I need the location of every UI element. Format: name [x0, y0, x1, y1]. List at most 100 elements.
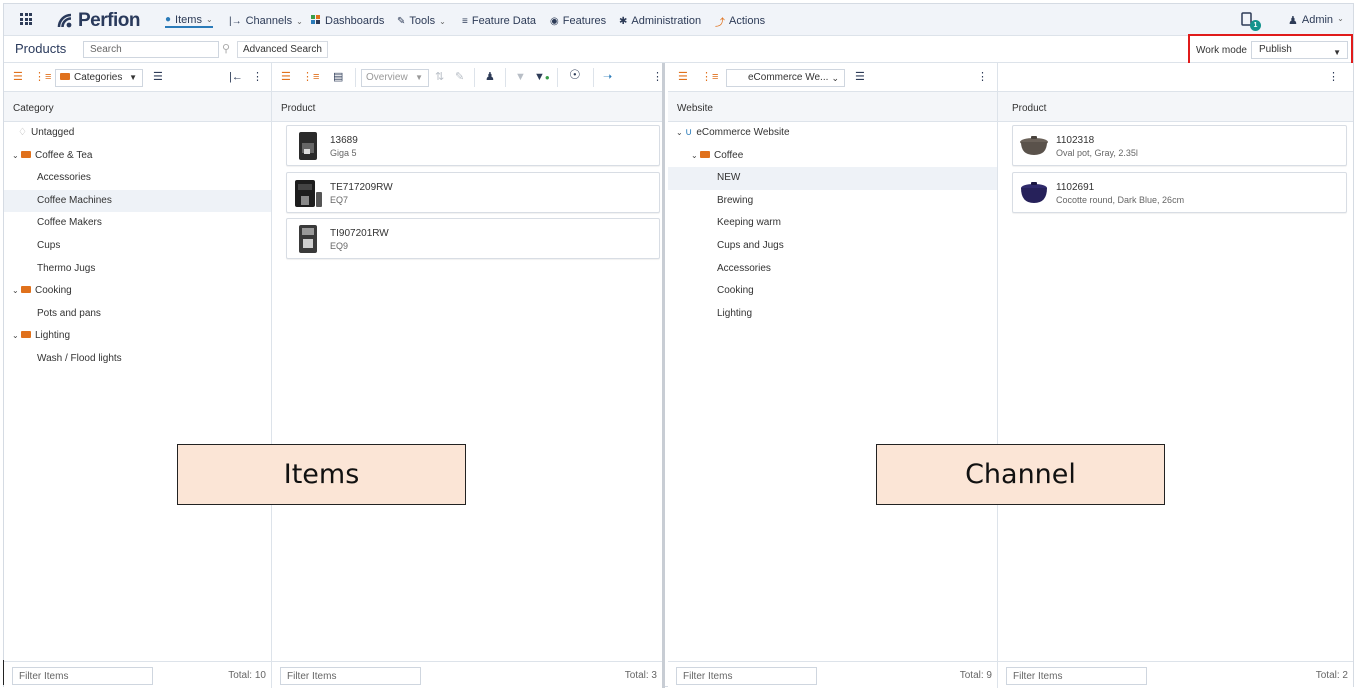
tree-item-coffee-makers[interactable]: Coffee Makers: [4, 212, 271, 235]
tree-item-label: Coffee: [714, 149, 744, 161]
pin-icon[interactable]: ➝: [603, 71, 612, 83]
filter-active-icon[interactable]: ▼●: [534, 71, 550, 84]
tree-item-coffee-tea[interactable]: ⌄ Coffee & Tea: [4, 145, 271, 168]
folder-icon: [60, 73, 70, 80]
product-id: 1102691: [1056, 182, 1095, 193]
filter-icon[interactable]: ▼: [515, 71, 526, 83]
card-view-icon[interactable]: ▤: [333, 71, 343, 83]
items-footer: Total: 3: [272, 661, 662, 688]
tree-item-ecommerce-website[interactable]: ⌄ ∪ eCommerce Website: [668, 122, 997, 145]
tree-item-coffee-machines[interactable]: Coffee Machines: [4, 189, 271, 213]
tree-item-pots-and-pans[interactable]: Pots and pans: [4, 303, 271, 326]
channel-toolbar: ☰ ⋮≡ eCommerce We... ⌄ ☰ ⋮: [668, 63, 997, 92]
notifications-button[interactable]: 1: [1241, 12, 1261, 31]
tree-item-accessories[interactable]: Accessories: [4, 167, 271, 190]
collapse-tree-icon[interactable]: ⋮≡: [701, 71, 718, 83]
categories-dropdown[interactable]: Categories ▼: [55, 69, 143, 87]
product-card[interactable]: 1102691 Cocotte round, Dark Blue, 26cm: [1012, 172, 1347, 213]
chevron-down-icon: ⌄: [1337, 14, 1344, 23]
nav-tools[interactable]: ✎ Tools ⌄: [397, 14, 446, 28]
nav-administration[interactable]: ✱ Administration: [619, 14, 701, 28]
channel-dropdown-label: eCommerce We...: [748, 72, 829, 83]
channel-dropdown[interactable]: eCommerce We... ⌄: [726, 69, 845, 87]
filter-items-input[interactable]: [280, 667, 421, 685]
view-dropdown[interactable]: Overview ▼: [361, 69, 429, 87]
tree-item-thermo-jugs[interactable]: Thermo Jugs: [4, 258, 271, 281]
folder-icon: [21, 150, 31, 158]
more-options-icon[interactable]: ⋮: [977, 71, 988, 83]
tree-item-cups[interactable]: Cups: [4, 235, 271, 258]
tree-item-new[interactable]: NEW: [668, 167, 997, 190]
tree-item-brewing[interactable]: Brewing: [668, 190, 997, 213]
filter-items-input[interactable]: [676, 667, 817, 685]
globe-icon[interactable]: ☉: [569, 68, 581, 81]
nav-actions[interactable]: ⤴ Actions: [715, 14, 765, 29]
tree-item-untagged[interactable]: ♢ Untagged: [4, 122, 271, 145]
tree-item-keeping-warm[interactable]: Keeping warm: [668, 212, 997, 235]
toolbar-divider: [593, 68, 594, 87]
product-card[interactable]: 13689 Giga 5: [286, 125, 660, 166]
tree-item-label: Wash / Flood lights: [37, 352, 122, 364]
tree-item-wash-flood-lights[interactable]: Wash / Flood lights: [4, 348, 271, 371]
page-title: Products: [15, 41, 67, 56]
tree-item-cooking[interactable]: Cooking: [668, 280, 997, 303]
product-name: Oval pot, Gray, 2.35l: [1056, 148, 1138, 158]
tree-item-label: Keeping warm: [717, 217, 781, 229]
nav-items[interactable]: ● Items ⌄: [165, 14, 213, 28]
product-name: Giga 5: [330, 148, 357, 158]
tree-item-cups-and-jugs[interactable]: Cups and Jugs: [668, 235, 997, 258]
tree-item-coffee[interactable]: ⌄ Coffee: [668, 145, 997, 168]
expand-tree-icon[interactable]: ☰: [13, 71, 23, 83]
tree-item-label: Pots and pans: [37, 307, 101, 319]
lightning-icon: ⤴: [715, 17, 725, 29]
sort-icon[interactable]: ⇅: [435, 71, 444, 83]
more-options-icon[interactable]: ⋮: [652, 71, 663, 83]
tree-item-label: Accessories: [717, 262, 771, 274]
search-icon[interactable]: ⚲: [222, 42, 230, 55]
product-card[interactable]: TE717209RW EQ7: [286, 172, 660, 213]
caret-down-icon: ▼: [415, 73, 423, 82]
toolbar-divider: [557, 68, 558, 87]
expand-tree-icon[interactable]: ☰: [281, 71, 291, 83]
items-panel: ☰ ⋮≡ ▤ Overview ▼ ⇅ ✎ ♟ ▼ ▼● ☉ ➝ ⋮ Produ…: [272, 63, 665, 688]
items-callout: Items: [177, 444, 466, 505]
product-card[interactable]: TI907201RW EQ9: [286, 218, 660, 259]
more-options-icon[interactable]: ⋮: [252, 71, 263, 83]
filter-items-input[interactable]: [1006, 667, 1147, 685]
chevron-down-icon: ⌄: [296, 16, 303, 26]
nav-feature-data[interactable]: ≡ Feature Data: [462, 14, 536, 28]
user-menu[interactable]: ♟ Admin ⌄: [1288, 14, 1344, 27]
nav-channels[interactable]: |→ Channels ⌄: [229, 14, 303, 28]
app-grid-icon[interactable]: [20, 13, 32, 25]
tree-item-label: Untagged: [30, 127, 75, 138]
expand-tree-icon[interactable]: ☰: [678, 71, 688, 83]
list-view-icon[interactable]: ☰: [855, 71, 865, 83]
product-id: 13689: [330, 135, 358, 146]
search-input[interactable]: [83, 41, 219, 58]
product-card[interactable]: 1102318 Oval pot, Gray, 2.35l: [1012, 125, 1347, 166]
perfion-logo[interactable]: Perfion: [56, 10, 140, 32]
advanced-search-button[interactable]: Advanced Search: [237, 41, 328, 58]
pot-thumbnail: [1020, 136, 1048, 155]
nav-dashboards[interactable]: Dashboards: [311, 14, 384, 28]
collapse-panel-icon[interactable]: |←: [229, 71, 243, 83]
users-icon[interactable]: ♟: [485, 71, 495, 83]
edit-icon[interactable]: ✎: [455, 71, 464, 83]
tree-item-accessories[interactable]: Accessories: [668, 258, 997, 281]
toolbar-divider: [505, 68, 506, 87]
collapse-tree-icon[interactable]: ⋮≡: [302, 71, 319, 83]
channel-tree-panel: ☰ ⋮≡ eCommerce We... ⌄ ☰ ⋮ Website ⌄ ∪ eCo…: [668, 63, 998, 688]
tree-item-lighting[interactable]: Lighting: [668, 303, 997, 326]
filter-items-input[interactable]: [12, 667, 153, 685]
coffee-machine-thumbnail: [299, 225, 317, 253]
tree-item-cooking[interactable]: ⌄ Cooking: [4, 280, 271, 303]
collapse-tree-icon[interactable]: ⋮≡: [34, 71, 51, 83]
items-toolbar: ☰ ⋮≡ ▤ Overview ▼ ⇅ ✎ ♟ ▼ ▼● ☉ ➝ ⋮: [272, 63, 663, 92]
work-mode-select[interactable]: Publish ▼: [1251, 41, 1348, 59]
user-icon: ♟: [1288, 15, 1298, 27]
total-count: Total: 9: [959, 670, 992, 681]
list-view-icon[interactable]: ☰: [153, 71, 163, 83]
more-options-icon[interactable]: ⋮: [1328, 71, 1339, 83]
tree-item-lighting[interactable]: ⌄ Lighting: [4, 325, 271, 348]
nav-features[interactable]: ◉ Features: [550, 14, 606, 28]
